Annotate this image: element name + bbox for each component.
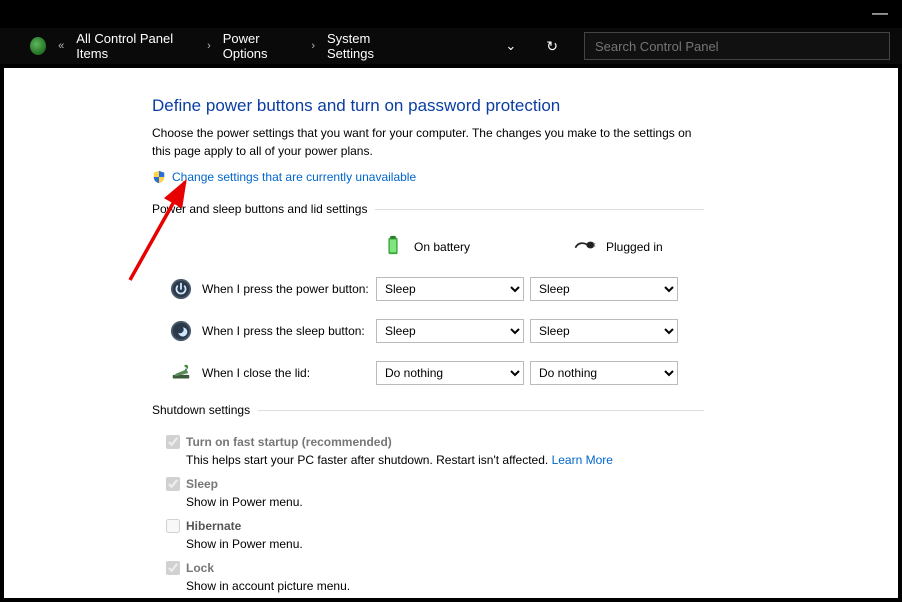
sleep-button-plugged-select[interactable]: Sleep [530, 319, 678, 343]
power-button-battery-select[interactable]: Sleep [376, 277, 524, 301]
close-lid-label: When I close the lid: [196, 366, 376, 380]
sleep-button-icon [166, 320, 196, 342]
content-area: Define power buttons and turn on passwor… [4, 68, 898, 598]
sleep-title: Sleep [186, 477, 218, 491]
column-header-battery: On battery [414, 240, 470, 254]
section-header-shutdown: Shutdown settings [152, 403, 704, 417]
search-input[interactable] [584, 32, 890, 60]
sleep-checkbox-input[interactable] [166, 477, 180, 491]
power-button-plugged-select[interactable]: Sleep [530, 277, 678, 301]
title-bar: — [0, 0, 902, 28]
section-header-label: Shutdown settings [152, 403, 250, 417]
lock-checkbox-input[interactable] [166, 561, 180, 575]
battery-icon [382, 234, 404, 259]
plug-icon [574, 234, 596, 259]
hibernate-title: Hibernate [186, 519, 241, 533]
breadcrumb-item[interactable]: Power Options [223, 31, 300, 61]
hibernate-checkbox[interactable]: Hibernate [166, 519, 704, 533]
column-header-plugged: Plugged in [606, 240, 663, 254]
sleep-checkbox[interactable]: Sleep [166, 477, 704, 491]
fast-startup-title: Turn on fast startup (recommended) [186, 435, 392, 449]
nav-bar: « All Control Panel Items › Power Option… [0, 28, 902, 64]
minimize-button[interactable]: — [872, 6, 888, 22]
close-lid-battery-select[interactable]: Do nothing [376, 361, 524, 385]
fast-startup-checkbox-input[interactable] [166, 435, 180, 449]
sleep-button-label: When I press the sleep button: [196, 324, 376, 338]
refresh-icon[interactable]: ↻ [538, 38, 566, 55]
lock-checkbox[interactable]: Lock [166, 561, 704, 575]
section-header-label: Power and sleep buttons and lid settings [152, 202, 367, 216]
hibernate-checkbox-input[interactable] [166, 519, 180, 533]
sleep-button-battery-select[interactable]: Sleep [376, 319, 524, 343]
fast-startup-desc: This helps start your PC faster after sh… [186, 453, 552, 467]
change-settings-link[interactable]: Change settings that are currently unava… [172, 170, 416, 184]
path-dropdown-chevron[interactable]: ⌄ [499, 38, 522, 54]
power-button-label: When I press the power button: [196, 282, 376, 296]
chevron-right-icon: › [311, 40, 315, 52]
fast-startup-checkbox[interactable]: Turn on fast startup (recommended) [166, 435, 704, 449]
close-lid-icon [166, 362, 196, 384]
lock-title: Lock [186, 561, 214, 575]
page-title: Define power buttons and turn on passwor… [152, 96, 704, 116]
breadcrumb-item[interactable]: System Settings [327, 31, 411, 61]
learn-more-link[interactable]: Learn More [552, 453, 613, 467]
chevron-right-icon: › [207, 40, 211, 52]
breadcrumb-back-chevron[interactable]: « [58, 40, 64, 52]
hibernate-desc: Show in Power menu. [186, 537, 704, 551]
lock-desc: Show in account picture menu. [186, 579, 704, 593]
power-button-icon [166, 278, 196, 300]
page-subtitle: Choose the power settings that you want … [152, 124, 704, 160]
uac-shield-icon [152, 170, 166, 184]
control-panel-icon [30, 37, 46, 55]
breadcrumb-item[interactable]: All Control Panel Items [76, 31, 195, 61]
close-lid-plugged-select[interactable]: Do nothing [530, 361, 678, 385]
section-header-buttons-lid: Power and sleep buttons and lid settings [152, 202, 704, 216]
sleep-desc: Show in Power menu. [186, 495, 704, 509]
